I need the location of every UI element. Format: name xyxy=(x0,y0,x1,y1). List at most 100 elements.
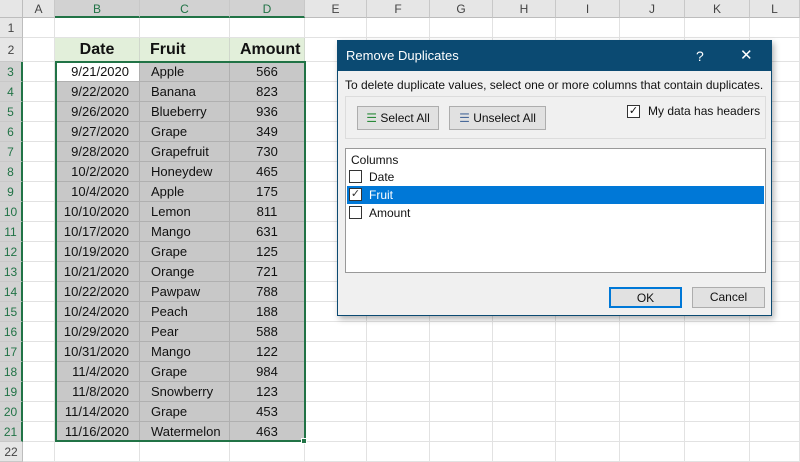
table-cell[interactable]: Watermelon xyxy=(140,422,230,442)
column-header-A[interactable]: A xyxy=(23,0,55,18)
row-header-8[interactable]: 8 xyxy=(0,162,23,182)
row-header-9[interactable]: 9 xyxy=(0,182,23,202)
table-cell[interactable]: 10/29/2020 xyxy=(55,322,140,342)
column-item-date[interactable]: Date xyxy=(347,168,764,186)
row-header-17[interactable]: 17 xyxy=(0,342,23,362)
table-cell[interactable]: Honeydew xyxy=(140,162,230,182)
fill-handle[interactable] xyxy=(301,438,307,444)
row-header-22[interactable]: 22 xyxy=(0,442,23,462)
header-cell[interactable]: Amount xyxy=(230,38,305,62)
row-header-15[interactable]: 15 xyxy=(0,302,23,322)
table-cell[interactable]: 349 xyxy=(230,122,305,142)
table-cell[interactable]: 9/27/2020 xyxy=(55,122,140,142)
row-header-7[interactable]: 7 xyxy=(0,142,23,162)
row-header-4[interactable]: 4 xyxy=(0,82,23,102)
table-cell[interactable]: 823 xyxy=(230,82,305,102)
column-item-amount[interactable]: Amount xyxy=(347,204,764,222)
column-header-D[interactable]: D xyxy=(230,0,305,18)
table-cell[interactable]: 188 xyxy=(230,302,305,322)
column-header-C[interactable]: C xyxy=(140,0,230,18)
row-header-11[interactable]: 11 xyxy=(0,222,23,242)
header-cell[interactable]: Date xyxy=(55,38,140,62)
table-cell[interactable]: 9/28/2020 xyxy=(55,142,140,162)
table-cell[interactable]: 588 xyxy=(230,322,305,342)
table-cell[interactable]: 10/2/2020 xyxy=(55,162,140,182)
column-header-G[interactable]: G xyxy=(430,0,493,18)
column-header-B[interactable]: B xyxy=(55,0,140,18)
table-cell[interactable]: 730 xyxy=(230,142,305,162)
table-cell[interactable]: 811 xyxy=(230,202,305,222)
table-cell[interactable]: 10/22/2020 xyxy=(55,282,140,302)
select-all-button[interactable]: ☰ Select All xyxy=(357,106,439,130)
row-header-2[interactable]: 2 xyxy=(0,38,23,62)
table-cell[interactable]: 10/24/2020 xyxy=(55,302,140,322)
row-header-5[interactable]: 5 xyxy=(0,102,23,122)
table-cell[interactable]: 631 xyxy=(230,222,305,242)
table-cell[interactable]: Pawpaw xyxy=(140,282,230,302)
table-cell[interactable]: Grape xyxy=(140,362,230,382)
table-cell[interactable]: Snowberry xyxy=(140,382,230,402)
headers-checkbox[interactable]: ✓ xyxy=(627,105,640,118)
row-header-13[interactable]: 13 xyxy=(0,262,23,282)
table-cell[interactable]: Grapefruit xyxy=(140,142,230,162)
row-header-14[interactable]: 14 xyxy=(0,282,23,302)
table-cell[interactable]: 10/21/2020 xyxy=(55,262,140,282)
row-header-10[interactable]: 10 xyxy=(0,202,23,222)
row-header-6[interactable]: 6 xyxy=(0,122,23,142)
table-cell[interactable]: 788 xyxy=(230,282,305,302)
table-cell[interactable]: 721 xyxy=(230,262,305,282)
table-cell[interactable]: Banana xyxy=(140,82,230,102)
column-header-K[interactable]: K xyxy=(685,0,750,18)
table-cell[interactable]: 10/17/2020 xyxy=(55,222,140,242)
table-cell[interactable]: Pear xyxy=(140,322,230,342)
column-header-J[interactable]: J xyxy=(620,0,685,18)
table-cell[interactable]: 11/16/2020 xyxy=(55,422,140,442)
columns-list[interactable]: Columns Date ✓ Fruit Amount xyxy=(345,148,766,273)
row-header-1[interactable]: 1 xyxy=(0,18,23,38)
table-cell[interactable]: 453 xyxy=(230,402,305,422)
help-button[interactable]: ? xyxy=(696,41,704,71)
row-header-19[interactable]: 19 xyxy=(0,382,23,402)
row-header-16[interactable]: 16 xyxy=(0,322,23,342)
table-cell[interactable]: Grape xyxy=(140,402,230,422)
cancel-button[interactable]: Cancel xyxy=(692,287,765,308)
unselect-all-button[interactable]: ☰ Unselect All xyxy=(449,106,546,130)
column-header-F[interactable]: F xyxy=(367,0,430,18)
table-cell[interactable]: Apple xyxy=(140,62,230,82)
table-cell[interactable]: 175 xyxy=(230,182,305,202)
ok-button[interactable]: OK xyxy=(609,287,682,308)
table-cell[interactable]: Apple xyxy=(140,182,230,202)
table-cell[interactable]: 10/19/2020 xyxy=(55,242,140,262)
column-checkbox[interactable] xyxy=(349,170,362,183)
table-cell[interactable]: 122 xyxy=(230,342,305,362)
table-cell[interactable]: 9/22/2020 xyxy=(55,82,140,102)
column-header-E[interactable]: E xyxy=(305,0,367,18)
table-cell[interactable]: 465 xyxy=(230,162,305,182)
table-cell[interactable]: 123 xyxy=(230,382,305,402)
table-cell[interactable]: 11/14/2020 xyxy=(55,402,140,422)
column-item-fruit[interactable]: ✓ Fruit xyxy=(347,186,764,204)
table-cell[interactable]: 10/10/2020 xyxy=(55,202,140,222)
table-cell[interactable]: 566 xyxy=(230,62,305,82)
table-cell[interactable]: 10/4/2020 xyxy=(55,182,140,202)
close-button[interactable]: ✕ xyxy=(740,41,753,71)
table-cell[interactable]: Lemon xyxy=(140,202,230,222)
row-header-18[interactable]: 18 xyxy=(0,362,23,382)
row-header-12[interactable]: 12 xyxy=(0,242,23,262)
table-cell[interactable]: 11/4/2020 xyxy=(55,362,140,382)
table-cell[interactable]: 10/31/2020 xyxy=(55,342,140,362)
table-cell[interactable]: Blueberry xyxy=(140,102,230,122)
table-cell[interactable]: 9/21/2020 xyxy=(55,62,140,82)
table-cell[interactable]: 9/26/2020 xyxy=(55,102,140,122)
header-cell[interactable]: Fruit xyxy=(140,38,230,62)
table-cell[interactable]: Grape xyxy=(140,242,230,262)
column-header-I[interactable]: I xyxy=(556,0,620,18)
table-cell[interactable]: Orange xyxy=(140,262,230,282)
table-cell[interactable]: 463 xyxy=(230,422,305,442)
table-cell[interactable]: 936 xyxy=(230,102,305,122)
column-header-H[interactable]: H xyxy=(493,0,556,18)
column-checkbox[interactable]: ✓ xyxy=(349,188,362,201)
table-cell[interactable]: 125 xyxy=(230,242,305,262)
table-cell[interactable]: Peach xyxy=(140,302,230,322)
row-header-3[interactable]: 3 xyxy=(0,62,23,82)
